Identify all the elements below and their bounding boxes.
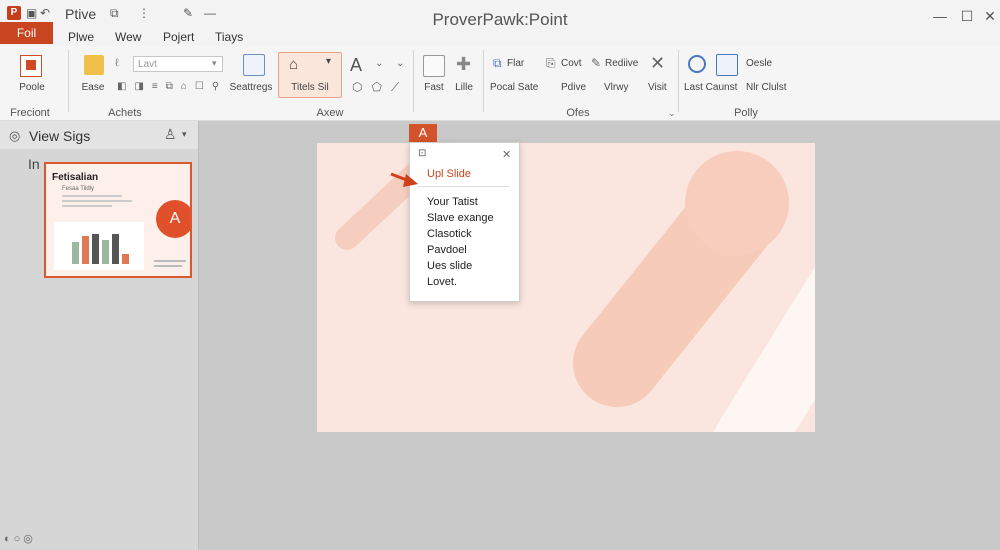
paste-icon[interactable] bbox=[84, 55, 104, 75]
chevron-down-icon[interactable]: ⌄ bbox=[396, 58, 404, 69]
vlrwy-button[interactable]: Vlrwy bbox=[604, 82, 628, 93]
last-caunst-button[interactable]: Last Caunst bbox=[684, 82, 737, 93]
popup-item[interactable]: Your Tatist bbox=[427, 196, 478, 208]
font-size-icon[interactable]: A bbox=[350, 55, 362, 76]
tab-file[interactable]: Foil bbox=[0, 22, 53, 44]
visit-button[interactable]: Visit bbox=[648, 82, 667, 93]
pdive-button[interactable]: Pdive bbox=[561, 82, 586, 93]
puzzle-icon[interactable]: ✚ bbox=[456, 54, 471, 75]
new-slide-icon[interactable] bbox=[20, 55, 42, 77]
seattregs-button[interactable]: Seattregs bbox=[224, 82, 278, 93]
collapse-chevron-icon[interactable]: ⌄ bbox=[668, 108, 676, 119]
thumb-text-line bbox=[62, 200, 132, 202]
chevron-down-icon[interactable]: ▾ bbox=[182, 129, 187, 140]
popup-item[interactable]: Ues slide bbox=[427, 260, 472, 272]
group-label-axew: Axew bbox=[316, 107, 344, 119]
tab-view[interactable]: Wew bbox=[115, 30, 141, 44]
slide-thumbnail[interactable]: Fetisalian Fesaa Tildly A bbox=[44, 162, 192, 278]
layout-icon[interactable] bbox=[243, 54, 265, 76]
ribbon-divider bbox=[678, 50, 679, 112]
redive-button[interactable]: Rediive bbox=[605, 58, 638, 69]
titles-label: Titels Sil bbox=[291, 82, 329, 93]
ease-button[interactable]: Ease bbox=[78, 82, 108, 93]
view-mode-icons[interactable]: ◐○◎ bbox=[4, 532, 36, 545]
maximize-icon[interactable]: ☐ bbox=[957, 8, 977, 25]
review-icon[interactable] bbox=[716, 54, 738, 76]
popup-item-highlight[interactable]: Upl Slide bbox=[427, 168, 471, 180]
refresh-icon[interactable] bbox=[688, 55, 706, 73]
group-label-ofes: Ofes bbox=[566, 107, 590, 119]
copy-icon: ⎘ bbox=[546, 56, 556, 70]
slide-number-label: In bbox=[28, 156, 40, 172]
format-icons-row[interactable]: ◧◨≡⧉⌂☐⚲ bbox=[117, 81, 227, 92]
chevron-down-icon: ▾ bbox=[326, 56, 332, 67]
fast-button[interactable]: Fast bbox=[420, 82, 448, 93]
format-painter-icon[interactable]: ℓ bbox=[115, 57, 119, 69]
tab-row bbox=[0, 28, 1000, 48]
popup-badge: A bbox=[409, 124, 437, 142]
thumb-bar bbox=[112, 234, 119, 264]
minimize-icon[interactable]: — bbox=[930, 8, 950, 24]
view-sigs-label[interactable]: View Sigs bbox=[29, 128, 90, 144]
thumb-bar bbox=[122, 254, 129, 264]
thumb-subtitle: Fesaa Tildly bbox=[62, 186, 95, 192]
pen-icon: ✎ bbox=[591, 56, 602, 70]
chevron-down-icon[interactable]: ⌄ bbox=[375, 58, 383, 69]
tab-tiays[interactable]: Tiays bbox=[215, 30, 243, 44]
thumb-bar bbox=[102, 240, 109, 264]
popup-divider bbox=[418, 186, 510, 187]
ribbon-divider bbox=[413, 50, 414, 112]
thumb-bar bbox=[92, 234, 99, 264]
thumb-text-line bbox=[154, 260, 186, 262]
person-icon[interactable]: ♙ bbox=[164, 126, 177, 143]
ribbon-divider bbox=[483, 50, 484, 112]
popup-item[interactable]: Lovet. bbox=[427, 276, 457, 288]
font-select[interactable]: Lavt bbox=[133, 56, 223, 72]
nlr-clulst-button[interactable]: Nlr Clulst bbox=[746, 82, 787, 93]
thumb-bar bbox=[82, 236, 89, 264]
thumb-badge: A bbox=[156, 200, 190, 238]
popup-item[interactable]: Pavdoel bbox=[427, 244, 467, 256]
lille-button[interactable]: Lille bbox=[450, 82, 478, 93]
tab-home[interactable]: Plwe bbox=[68, 30, 94, 44]
thumb-text-line bbox=[62, 195, 122, 197]
ribbon-divider bbox=[68, 50, 69, 112]
oesle-button[interactable]: Oesle bbox=[746, 58, 772, 69]
people-button[interactable]: Poole bbox=[12, 82, 52, 93]
pointer-arrow-icon bbox=[390, 172, 418, 187]
thumb-text-line bbox=[62, 205, 112, 207]
group-label-achets: Achets bbox=[108, 107, 142, 119]
context-popup: ⊡ ✕ Upl Slide Your Tatist Slave exange C… bbox=[409, 142, 520, 302]
app-title: ProverPawk:Point bbox=[432, 10, 568, 29]
titles-icon: ⌂ bbox=[289, 56, 299, 73]
popup-item[interactable]: Slave exange bbox=[427, 212, 494, 224]
thumb-text-line bbox=[154, 265, 182, 267]
group-label-freciont: Freciont bbox=[10, 107, 50, 119]
close-icon[interactable]: ✕ bbox=[650, 53, 665, 74]
chevron-down-icon[interactable]: ▾ bbox=[212, 58, 217, 69]
thumb-title: Fetisalian bbox=[52, 172, 99, 183]
document-icon[interactable] bbox=[423, 55, 445, 77]
thumb-chart bbox=[54, 222, 144, 270]
shape-icons-row[interactable]: ⬡⬠⟋ bbox=[352, 80, 408, 95]
thumb-bar bbox=[72, 242, 79, 264]
popup-close-icon[interactable]: ✕ bbox=[502, 148, 511, 161]
covt-button[interactable]: Covt bbox=[561, 58, 582, 69]
flar-icon: ⧉ bbox=[493, 56, 502, 70]
close-icon[interactable]: ✕ bbox=[980, 8, 1000, 25]
popup-icon: ⊡ bbox=[418, 148, 427, 159]
popup-item[interactable]: Clasotick bbox=[427, 228, 472, 240]
flar-button[interactable]: Flar bbox=[507, 58, 524, 69]
pocal-sate-button[interactable]: Pocal Sate bbox=[490, 82, 538, 93]
group-label-polly: Polly bbox=[734, 107, 758, 119]
view-icon: ◎ bbox=[9, 128, 21, 143]
tab-project[interactable]: Pojert bbox=[163, 30, 194, 44]
